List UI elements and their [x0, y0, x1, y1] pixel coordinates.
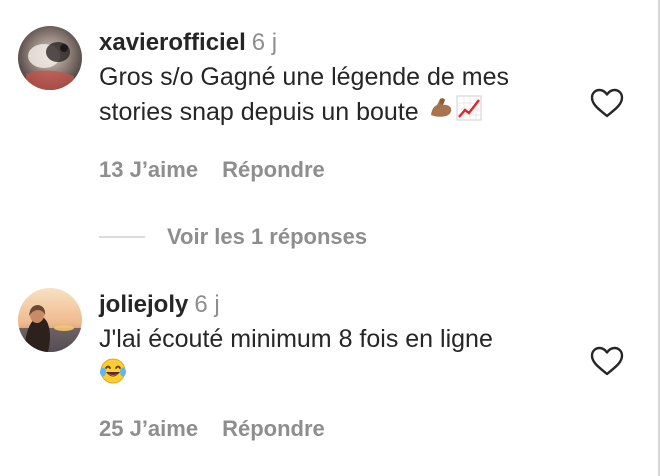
like-heart-icon[interactable] [590, 346, 624, 376]
timestamp: 6 j [194, 291, 220, 318]
avatar[interactable] [18, 26, 82, 90]
comment-body: xavierofficiel 6 j Gros s/o Gagné une lég… [99, 26, 579, 131]
comment-body: joliejoly 6 j J'lai écouté minimum 8 fois… [99, 288, 579, 395]
comment-text-line: Gros s/o Gagné une légende de mes [99, 63, 509, 91]
comment-text-line: stories snap depuis un boute [99, 98, 419, 126]
username[interactable]: xavierofficiel [99, 29, 246, 56]
comment-actions: 25 J’aime Répondre [99, 416, 325, 442]
reply-button[interactable]: Répondre [222, 416, 325, 441]
comment-actions: 13 J’aime Répondre [99, 157, 325, 183]
view-replies[interactable]: Voir les 1 réponses [99, 222, 367, 252]
avatar-image [18, 26, 82, 90]
likes-count[interactable]: 25 J’aime [99, 416, 198, 441]
comment-text: Gros s/o Gagné une légende de mes storie… [99, 60, 579, 131]
timestamp: 6 j [251, 29, 278, 56]
view-replies-button[interactable]: Voir les 1 réponses [167, 224, 367, 250]
like-heart-icon[interactable] [590, 88, 624, 118]
comment-text: J'lai écouté minimum 8 fois en ligne [99, 322, 579, 395]
chart-increasing-icon [456, 95, 482, 131]
comment-text-line-with-emoji: stories snap depuis un boute [99, 95, 579, 131]
replies-divider [99, 236, 145, 238]
comment-text-line-with-emoji [99, 357, 579, 395]
reply-button[interactable]: Répondre [222, 157, 325, 182]
face-with-tears-of-joy-icon [99, 357, 127, 395]
comment-header: joliejoly 6 j [99, 288, 579, 322]
avatar[interactable] [18, 288, 82, 352]
avatar-image [18, 288, 82, 352]
comment-text-line: J'lai écouté minimum 8 fois en ligne [99, 325, 493, 353]
username[interactable]: joliejoly [99, 291, 188, 318]
likes-count[interactable]: 13 J’aime [99, 157, 198, 182]
comment-header: xavierofficiel 6 j [99, 26, 579, 60]
flexed-biceps-icon [428, 95, 454, 131]
